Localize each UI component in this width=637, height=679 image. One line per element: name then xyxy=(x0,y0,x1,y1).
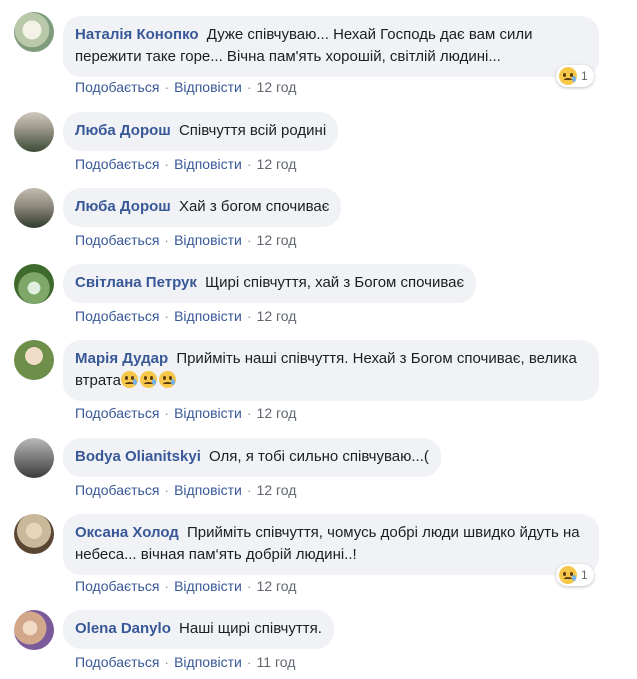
reply-link[interactable]: Відповісти xyxy=(174,232,242,248)
comment-bubble: Bodya Olianitskyi Оля, я тобі сильно спі… xyxy=(63,438,441,477)
separator: · xyxy=(246,232,252,248)
separator: · xyxy=(164,578,170,594)
separator: · xyxy=(246,308,252,324)
like-link[interactable]: Подобається xyxy=(75,405,159,421)
comment-author[interactable]: Світлана Петрук xyxy=(75,274,197,291)
separator: · xyxy=(246,482,252,498)
comment-bubble: Люба Дорош Хай з богом спочиває xyxy=(63,188,342,227)
separator: · xyxy=(164,232,170,248)
avatar[interactable] xyxy=(14,12,54,52)
comment-actions: Подобається · Відповісти · 12 год xyxy=(75,232,296,248)
sad-face-icon xyxy=(139,371,157,388)
comment-bubble: Люба Дорош Співчуття всій родині xyxy=(63,112,339,151)
avatar[interactable] xyxy=(14,188,54,228)
reaction-badge[interactable]: 1 xyxy=(556,65,594,87)
like-link[interactable]: Подобається xyxy=(75,654,159,670)
reply-link[interactable]: Відповісти xyxy=(174,405,242,421)
reply-link[interactable]: Відповісти xyxy=(174,482,242,498)
like-link[interactable]: Подобається xyxy=(75,156,159,172)
comment-text: Наші щирі співчуття. xyxy=(179,620,322,637)
comment-time[interactable]: 12 год xyxy=(257,482,297,498)
separator: · xyxy=(164,156,170,172)
comment-actions: Подобається · Відповісти · 12 год xyxy=(75,405,296,421)
sad-reaction-icon xyxy=(559,67,577,85)
separator: · xyxy=(164,308,170,324)
reply-link[interactable]: Відповісти xyxy=(174,156,242,172)
comment-time[interactable]: 12 год xyxy=(257,405,297,421)
separator: · xyxy=(246,156,252,172)
comment-actions: Подобається · Відповісти · 12 год xyxy=(75,482,296,498)
comment-author[interactable]: Люба Дорош xyxy=(75,198,171,215)
avatar[interactable] xyxy=(14,610,54,650)
comment-bubble: Світлана Петрук Щирі співчуття, хай з Бо… xyxy=(63,264,477,303)
reaction-count: 1 xyxy=(581,69,588,83)
separator: · xyxy=(164,79,170,95)
like-link[interactable]: Подобається xyxy=(75,79,159,95)
comment-time[interactable]: 12 год xyxy=(257,79,297,95)
comment-author[interactable]: Люба Дорош xyxy=(75,122,171,139)
comment-author[interactable]: Оксана Холод xyxy=(75,524,179,541)
separator: · xyxy=(246,405,252,421)
comment-actions: Подобається · Відповісти · 12 год xyxy=(75,578,296,594)
avatar[interactable] xyxy=(14,340,54,380)
separator: · xyxy=(246,79,252,95)
comment-time[interactable]: 12 год xyxy=(257,308,297,324)
like-link[interactable]: Подобається xyxy=(75,232,159,248)
reply-link[interactable]: Відповісти xyxy=(174,578,242,594)
comment-bubble: Olena Danylo Наші щирі співчуття. xyxy=(63,610,334,649)
reply-link[interactable]: Відповісти xyxy=(174,308,242,324)
reaction-badge[interactable]: 1 xyxy=(556,564,594,586)
comment-text: Хай з богом спочиває xyxy=(178,198,330,215)
sad-emoji-group xyxy=(120,371,178,389)
avatar[interactable] xyxy=(14,112,54,152)
separator: · xyxy=(246,654,252,670)
comment-actions: Подобається · Відповісти · 12 год xyxy=(75,308,296,324)
comment-actions: Подобається · Відповісти · 12 год xyxy=(75,79,296,95)
reaction-count: 1 xyxy=(581,568,588,582)
comment-time[interactable]: 11 год xyxy=(257,654,296,670)
comment-bubble: Марія Дудар Прийміть наші співчуття. Нех… xyxy=(63,340,599,401)
comment-time[interactable]: 12 год xyxy=(257,156,297,172)
like-link[interactable]: Подобається xyxy=(75,482,159,498)
separator: · xyxy=(164,654,170,670)
reply-link[interactable]: Відповісти xyxy=(174,654,242,670)
comment-author[interactable]: Olena Danylo xyxy=(75,620,171,637)
separator: · xyxy=(164,405,170,421)
separator: · xyxy=(246,578,252,594)
comment-author[interactable]: Наталія Конопко xyxy=(75,26,199,43)
comment-author[interactable]: Bodya Olianitskyi xyxy=(75,448,201,465)
avatar[interactable] xyxy=(14,264,54,304)
sad-reaction-icon xyxy=(559,566,577,584)
comment-bubble: Оксана Холод Прийміть співчуття, чомусь … xyxy=(63,514,599,575)
like-link[interactable]: Подобається xyxy=(75,308,159,324)
comment-bubble: Наталія Конопко Дуже співчуваю... Нехай … xyxy=(63,16,599,77)
avatar[interactable] xyxy=(14,514,54,554)
separator: · xyxy=(164,482,170,498)
comment-text: Співчуття всій родині xyxy=(178,122,327,139)
like-link[interactable]: Подобається xyxy=(75,578,159,594)
comment-time[interactable]: 12 год xyxy=(257,232,297,248)
comment-text: Оля, я тобі сильно співчуваю...( xyxy=(209,448,429,465)
comment-author[interactable]: Марія Дудар xyxy=(75,350,168,367)
avatar[interactable] xyxy=(14,438,54,478)
comment-time[interactable]: 12 год xyxy=(257,578,297,594)
reply-link[interactable]: Відповісти xyxy=(174,79,242,95)
comment-actions: Подобається · Відповісти · 11 год xyxy=(75,654,295,670)
comment-actions: Подобається · Відповісти · 12 год xyxy=(75,156,296,172)
sad-face-icon xyxy=(120,371,138,388)
sad-face-icon xyxy=(158,371,176,388)
comment-text: Щирі співчуття, хай з Богом спочиває xyxy=(205,274,465,291)
